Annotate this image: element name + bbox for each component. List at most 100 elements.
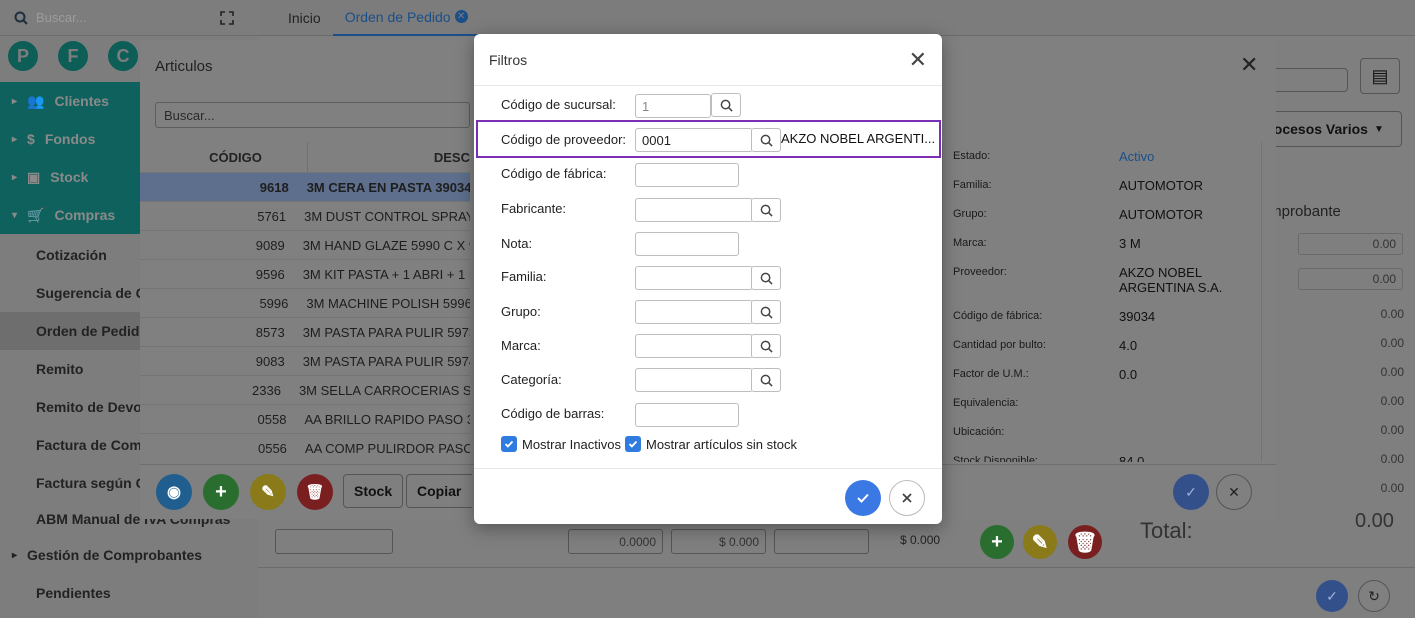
categoria-input[interactable]	[635, 368, 753, 392]
table-row[interactable]: 9596 3M KIT PASTA + 1 ABRI + 1 L	[140, 259, 470, 288]
row-description: 3M CERA EN PASTA 39034	[306, 179, 470, 195]
close-tab-icon[interactable]: ✕	[454, 10, 468, 23]
sidebar-item-gestion[interactable]: ▸ Gestión de Comprobantes	[0, 536, 258, 574]
qty-field[interactable]: 0.0000	[568, 529, 663, 554]
familia-input[interactable]	[635, 266, 753, 290]
marca-search-button[interactable]	[751, 334, 781, 358]
close-icon[interactable]: ✕	[909, 47, 927, 73]
row-description: 3M MACHINE POLISH 5996	[306, 295, 470, 311]
tab-orden-de-pedido[interactable]: Orden de Pedido ✕	[332, 0, 480, 36]
delete-button[interactable]: 🗑	[297, 474, 333, 510]
row-description: 3M DUST CONTROL SPRAY	[304, 208, 470, 224]
detail-label: Grupo:	[953, 208, 987, 220]
search-icon	[760, 272, 773, 285]
sucursal-input[interactable]: 1	[635, 94, 711, 118]
fabricante-input[interactable]	[635, 198, 753, 222]
table-row[interactable]: 5996 3M MACHINE POLISH 5996	[140, 288, 470, 317]
amount-field[interactable]: 0.00	[1298, 233, 1403, 255]
procesos-varios-dropdown[interactable]: Procesos Varios ▼	[1262, 111, 1402, 147]
proveedor-search-button[interactable]	[751, 128, 781, 152]
table-row[interactable]: 0558 AA BRILLO RAPIDO PASO 3	[140, 404, 470, 433]
discount-field[interactable]	[774, 529, 869, 554]
articulos-search-input[interactable]: Buscar...	[155, 102, 470, 128]
articulos-close-icon[interactable]: ✕	[1240, 52, 1258, 78]
code-input[interactable]	[275, 529, 393, 554]
marca-input[interactable]	[635, 334, 753, 358]
row-code: 8573	[255, 324, 285, 340]
stock-button[interactable]: Stock	[343, 474, 404, 508]
copiar-button[interactable]: Copiar	[406, 474, 472, 508]
fabricante-label: Fabricante:	[501, 201, 567, 216]
comprobante-label: Comprobante	[1262, 203, 1412, 220]
sucursal-search-button[interactable]	[711, 93, 741, 117]
subtotal-value: $ 0.000	[900, 533, 940, 547]
nota-input[interactable]	[635, 232, 739, 256]
fabricante-search-button[interactable]	[751, 198, 781, 222]
table-row[interactable]: 9618 3M CERA EN PASTA 39034	[140, 172, 470, 201]
table-row[interactable]: 9089 3M HAND GLAZE 5990 C X 9	[140, 230, 470, 259]
mostrar-inactivos-checkbox[interactable]: Mostrar Inactivos	[501, 436, 621, 452]
detail-panel: Estado: Activo Familia: AUTOMOTOR Grupo: AUTO…	[942, 142, 1262, 462]
row-code: 9089	[255, 237, 285, 253]
grupo-search-button[interactable]	[751, 300, 781, 324]
price-field[interactable]: $ 0.000	[671, 529, 766, 554]
add-line-button[interactable]: +	[980, 525, 1014, 559]
filtros-header: Filtros ✕	[474, 34, 942, 86]
sidebar-subitem-pendientes[interactable]: Pendientes	[0, 574, 258, 612]
refresh-button[interactable]: ↻	[1358, 580, 1390, 612]
tab-inicio[interactable]: Inicio	[276, 0, 333, 36]
sidebar-subitem-label: Cotización	[36, 247, 107, 263]
detail-label: Proveedor:	[953, 266, 1007, 278]
bottom-bar	[258, 567, 1415, 568]
barras-input[interactable]	[635, 403, 739, 427]
price-value: $ 0.000	[718, 534, 759, 549]
detail-value: 84.0	[1119, 454, 1145, 462]
edit-button[interactable]: ✎	[250, 474, 286, 510]
avatar[interactable]: F	[58, 41, 88, 71]
detail-label: Factor de U.M.:	[953, 368, 1029, 380]
fullscreen-icon[interactable]	[220, 10, 234, 25]
amount-value: 0.00	[1380, 481, 1404, 495]
edit-line-button[interactable]: ✎	[1023, 525, 1057, 559]
avatar[interactable]: C	[108, 41, 138, 71]
document-icon[interactable]: ▤	[1360, 58, 1400, 94]
filtros-cancel-button[interactable]	[889, 480, 925, 516]
avatar[interactable]: P	[8, 41, 38, 71]
detail-label: Cantidad por bulto:	[953, 339, 1046, 351]
tab-bar: Inicio Orden de Pedido ✕	[258, 0, 1415, 36]
col-header-desc[interactable]: DESC	[310, 142, 470, 172]
table-row[interactable]: 2336 3M SELLA CARROCERIAS SC	[140, 375, 470, 404]
confirm-order-button[interactable]: ✓	[1316, 580, 1348, 612]
table-row[interactable]: 8573 3M PASTA PARA PULIR 5973	[140, 317, 470, 346]
eye-icon: ◉	[167, 484, 181, 501]
table-row[interactable]: 0556 AA COMP PULIRDOR PASO	[140, 433, 470, 462]
checkbox-checked-icon[interactable]	[501, 436, 517, 452]
amount-value: 0.00	[1372, 237, 1396, 251]
articulos-cancel-button[interactable]: ✕	[1216, 474, 1252, 510]
users-icon: 👥	[27, 92, 45, 109]
row-description: AA BRILLO RAPIDO PASO 3	[304, 411, 470, 427]
delete-line-button[interactable]: 🗑	[1068, 525, 1102, 559]
fabrica-input[interactable]	[635, 163, 739, 187]
col-header-codigo[interactable]: CÓDIGO	[140, 142, 308, 172]
view-button[interactable]: ◉	[156, 474, 192, 510]
table-row[interactable]: 5761 3M DUST CONTROL SPRAY	[140, 201, 470, 230]
familia-search-button[interactable]	[751, 266, 781, 290]
mostrar-sin-stock-checkbox[interactable]: Mostrar artículos sin stock	[625, 436, 797, 452]
amount-field[interactable]: 0.00	[1298, 268, 1403, 290]
add-button[interactable]: +	[203, 474, 239, 510]
articulos-confirm-button[interactable]: ✓	[1173, 474, 1209, 510]
filtros-confirm-button[interactable]	[845, 480, 881, 516]
table-row[interactable]: 9083 3M PASTA PARA PULIR 5974	[140, 346, 470, 375]
detail-value: 4.0	[1119, 338, 1138, 353]
categoria-search-button[interactable]	[751, 368, 781, 392]
chevron-down-icon: ▾	[12, 209, 18, 221]
detail-footer-divider	[942, 464, 1276, 465]
grupo-input[interactable]	[635, 300, 753, 324]
proveedor-input[interactable]: 0001	[635, 128, 753, 152]
col-header-desc-text: DESC	[433, 149, 470, 165]
checkbox-checked-icon[interactable]	[625, 436, 641, 452]
sidebar-search[interactable]: Buscar...	[0, 0, 258, 36]
row-description: 3M PASTA PARA PULIR 5974	[302, 353, 470, 369]
fabrica-label: Código de fábrica:	[501, 166, 607, 181]
